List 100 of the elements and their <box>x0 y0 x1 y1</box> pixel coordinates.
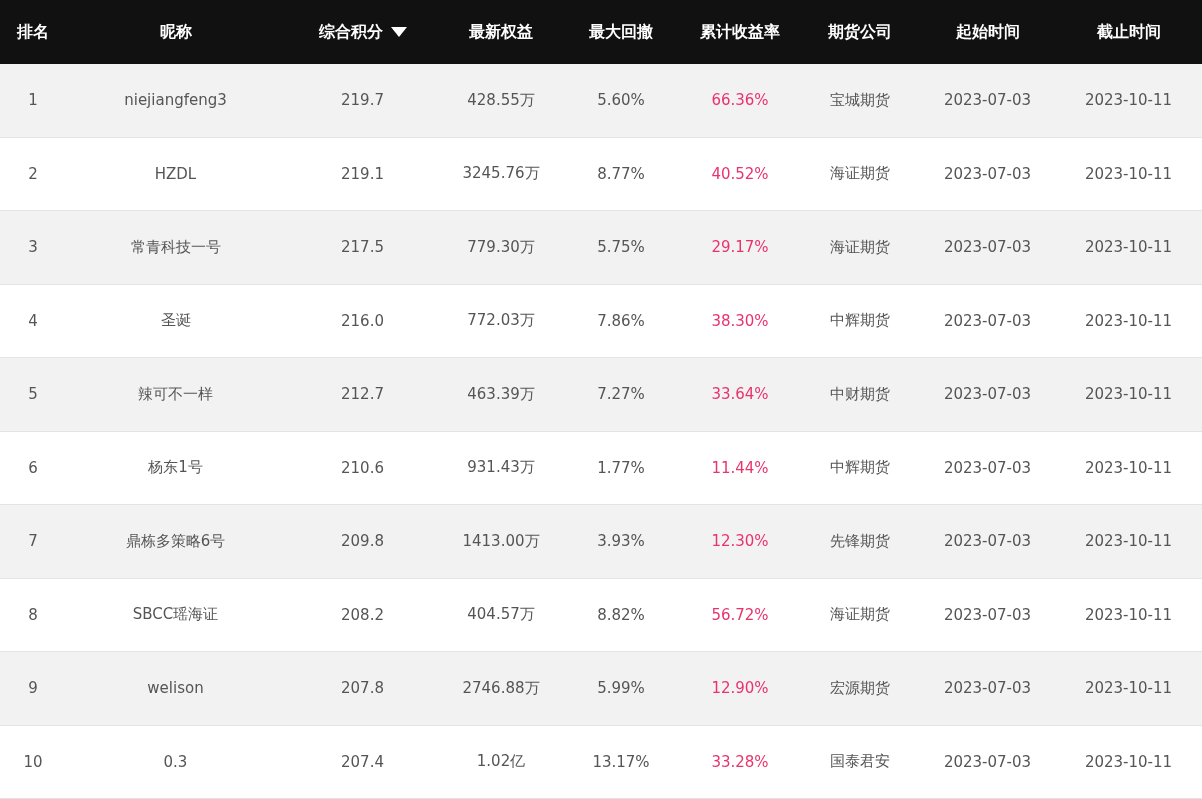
table-cell: 428.55万 <box>467 90 535 110</box>
table-cell: 2023-10-11 <box>1084 385 1173 404</box>
column-header[interactable]: 昵称 <box>159 21 192 43</box>
table-cell: 杨东1号 <box>148 458 203 478</box>
table-cell: 2023-07-03 <box>943 238 1032 257</box>
table-cell: 2023-07-03 <box>943 385 1032 404</box>
column-header[interactable]: 综合积分 <box>318 21 407 43</box>
table-cell: 5.99% <box>597 679 645 698</box>
table-cell: 中辉期货 <box>830 458 890 478</box>
table-cell: 圣诞 <box>160 311 191 331</box>
table-cell: 宏源期货 <box>830 678 890 698</box>
table-cell: 7.86% <box>597 311 645 330</box>
table-cell: 2023-10-11 <box>1084 458 1173 477</box>
table-cell: 5 <box>28 385 38 404</box>
table-cell: 宝城期货 <box>830 90 890 110</box>
table-cell: 2023-07-03 <box>943 532 1032 551</box>
table-cell: 219.7 <box>341 91 384 110</box>
table-cell: 209.8 <box>341 532 384 551</box>
table-cell: 中财期货 <box>830 384 890 404</box>
table-cell: niejiangfeng3 <box>124 91 227 110</box>
table-cell: 2023-07-03 <box>943 752 1032 771</box>
table-cell: 66.36% <box>711 91 769 110</box>
table-cell: 208.2 <box>341 605 384 624</box>
table-cell: 1.02亿 <box>476 752 526 772</box>
table-cell: 常青科技一号 <box>130 237 221 257</box>
table-cell: 2023-10-11 <box>1084 532 1173 551</box>
table-cell: 2746.88万 <box>462 678 540 698</box>
table-cell: 10 <box>23 752 43 771</box>
table-cell: 2023-07-03 <box>943 605 1032 624</box>
table-cell: 2023-10-11 <box>1084 679 1173 698</box>
table-cell: 海证期货 <box>830 237 890 257</box>
table-cell: 3.93% <box>597 532 645 551</box>
table-cell: 931.43万 <box>467 458 535 478</box>
table-cell: 7.27% <box>597 385 645 404</box>
table-cell: 2023-07-03 <box>943 91 1032 110</box>
table-cell: 2023-10-11 <box>1084 605 1173 624</box>
table-cell: 212.7 <box>341 385 384 404</box>
table-cell: 海证期货 <box>830 164 890 184</box>
table-cell: 40.52% <box>711 164 769 183</box>
table-cell: 2023-10-11 <box>1084 752 1173 771</box>
column-header[interactable]: 累计收益率 <box>700 21 780 43</box>
table-cell: 8 <box>28 605 38 624</box>
table-cell: 2023-07-03 <box>943 458 1032 477</box>
table-cell: 国泰君安 <box>830 752 890 772</box>
table-cell: 3 <box>28 238 38 257</box>
table-cell: 33.64% <box>711 385 769 404</box>
table-cell: 12.30% <box>711 532 769 551</box>
table-cell: 3245.76万 <box>462 164 540 184</box>
table-cell: 216.0 <box>341 311 384 330</box>
column-header[interactable]: 截止时间 <box>1096 21 1161 43</box>
table-cell: 1.77% <box>597 458 645 477</box>
table-cell: 鼎栋多策略6号 <box>125 531 226 551</box>
table-cell: 辣可不一样 <box>138 384 213 404</box>
table-cell: 13.17% <box>592 752 650 771</box>
table-cell: 4 <box>28 311 38 330</box>
table-cell: 2023-07-03 <box>943 679 1032 698</box>
table-cell: 9 <box>28 679 38 698</box>
table-cell: HZDL <box>154 164 197 183</box>
table-cell: 56.72% <box>711 605 769 624</box>
column-header[interactable]: 期货公司 <box>828 21 892 43</box>
table-cell: 6 <box>28 458 38 477</box>
column-header[interactable]: 起始时间 <box>955 21 1020 43</box>
table-cell: 219.1 <box>341 164 384 183</box>
table-cell: 2023-10-11 <box>1084 91 1173 110</box>
table-cell: 33.28% <box>711 752 769 771</box>
table-cell: 8.82% <box>597 605 645 624</box>
table-cell: 2023-10-11 <box>1084 164 1173 183</box>
table-cell: 779.30万 <box>467 237 535 257</box>
table-cell: 207.8 <box>341 679 384 698</box>
table-cell: 2023-10-11 <box>1084 238 1173 257</box>
table-cell: 2023-07-03 <box>943 311 1032 330</box>
table-cell: 5.60% <box>597 91 645 110</box>
table-cell: 11.44% <box>711 458 769 477</box>
table-cell: 29.17% <box>711 238 769 257</box>
table-cell: 772.03万 <box>467 311 535 331</box>
table-cell: 2023-07-03 <box>943 164 1032 183</box>
table-cell: 217.5 <box>341 238 384 257</box>
table-cell: 210.6 <box>341 458 384 477</box>
table-cell: 8.77% <box>597 164 645 183</box>
table-cell: 5.75% <box>597 238 645 257</box>
column-header[interactable]: 最新权益 <box>469 21 533 43</box>
table-cell: 404.57万 <box>467 605 535 625</box>
table-cell: 2023-10-11 <box>1084 311 1173 330</box>
table-cell: 207.4 <box>341 752 384 771</box>
table-cell: 2 <box>28 164 38 183</box>
column-header[interactable]: 最大回撤 <box>589 21 653 43</box>
table-cell: 12.90% <box>711 679 769 698</box>
table-cell: 463.39万 <box>467 384 535 404</box>
table-cell: 海证期货 <box>830 605 890 625</box>
table-cell: 中辉期货 <box>830 311 890 331</box>
table-cell: 0.3 <box>163 752 188 771</box>
table-cell: 先锋期货 <box>830 531 890 551</box>
sort-descending-icon[interactable] <box>390 27 407 37</box>
table-cell: 38.30% <box>711 311 769 330</box>
table-cell: welison <box>147 679 204 698</box>
table-cell: 1 <box>28 91 38 110</box>
table-cell: 1413.00万 <box>462 531 540 551</box>
table-cell: 7 <box>28 532 38 551</box>
table-cell: SBCC瑶海证 <box>132 605 219 625</box>
column-header[interactable]: 排名 <box>17 21 49 43</box>
